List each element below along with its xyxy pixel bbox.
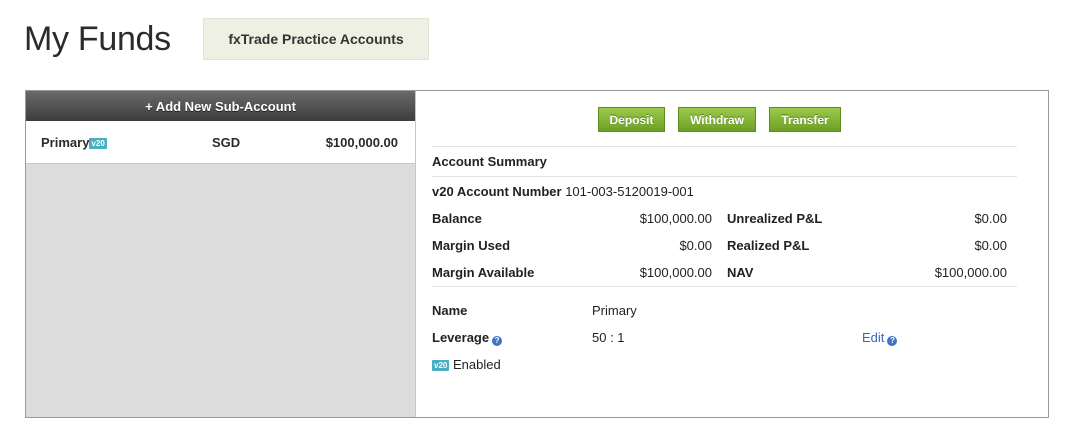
name-value: Primary [592, 303, 637, 318]
margin-used-value: $0.00 [679, 238, 712, 253]
realized-pl-value: $0.00 [974, 238, 1007, 253]
account-number-value: 101-003-5120019-001 [565, 184, 694, 199]
leverage-label: Leverage [432, 330, 490, 345]
unrealized-pl-value: $0.00 [974, 211, 1007, 226]
account-name-label: Primary [41, 135, 90, 150]
account-balance: $100,000.00 [325, 135, 398, 150]
v20-enabled-row: v20 Enabled [432, 357, 501, 372]
name-label: Name [432, 303, 468, 318]
funds-panel: + Add New Sub-Account Primary v20 SGD $10… [25, 90, 1049, 418]
balance-label: Balance [432, 211, 482, 226]
edit-leverage: Edit? [862, 330, 898, 346]
unrealized-pl-label: Unrealized P&L [727, 211, 823, 226]
account-currency: SGD [212, 135, 241, 150]
nav-label: NAV [727, 265, 754, 280]
account-summary-title: Account Summary [432, 146, 1017, 177]
add-sub-account-button[interactable]: + Add New Sub-Account [26, 91, 415, 121]
leverage-value: 50 : 1 [592, 330, 625, 345]
margin-available-value: $100,000.00 [639, 265, 712, 280]
edit-leverage-link[interactable]: Edit [862, 330, 884, 345]
deposit-button[interactable]: Deposit [598, 107, 665, 132]
nav-value: $100,000.00 [934, 265, 1007, 280]
account-name: Primary v20 [41, 135, 107, 150]
transfer-button[interactable]: Transfer [769, 107, 841, 132]
account-details-pane: Deposit Withdraw Transfer Account Summar… [417, 91, 1048, 417]
sub-account-list: + Add New Sub-Account Primary v20 SGD $10… [26, 91, 416, 417]
details-divider [432, 286, 1017, 287]
tab-practice-accounts[interactable]: fxTrade Practice Accounts [203, 18, 429, 60]
page-title: My Funds [24, 20, 171, 58]
help-icon[interactable]: ? [492, 336, 503, 346]
realized-pl-label: Realized P&L [727, 238, 810, 253]
balance-value: $100,000.00 [639, 211, 712, 226]
account-number-line: v20 Account Number 101-003-5120019-001 [432, 184, 694, 199]
action-buttons: Deposit Withdraw Transfer [598, 107, 841, 132]
help-icon[interactable]: ? [887, 336, 898, 346]
v20-badge: v20 [432, 360, 450, 371]
account-number-label: v20 Account Number [432, 184, 562, 199]
leverage-row: Leverage? [432, 330, 503, 346]
margin-used-label: Margin Used [432, 238, 511, 253]
withdraw-button[interactable]: Withdraw [678, 107, 756, 132]
v20-enabled-label: Enabled [452, 357, 501, 372]
v20-badge: v20 [89, 138, 107, 149]
margin-available-label: Margin Available [432, 265, 535, 280]
account-row-primary[interactable]: Primary v20 SGD $100,000.00 [26, 121, 415, 164]
